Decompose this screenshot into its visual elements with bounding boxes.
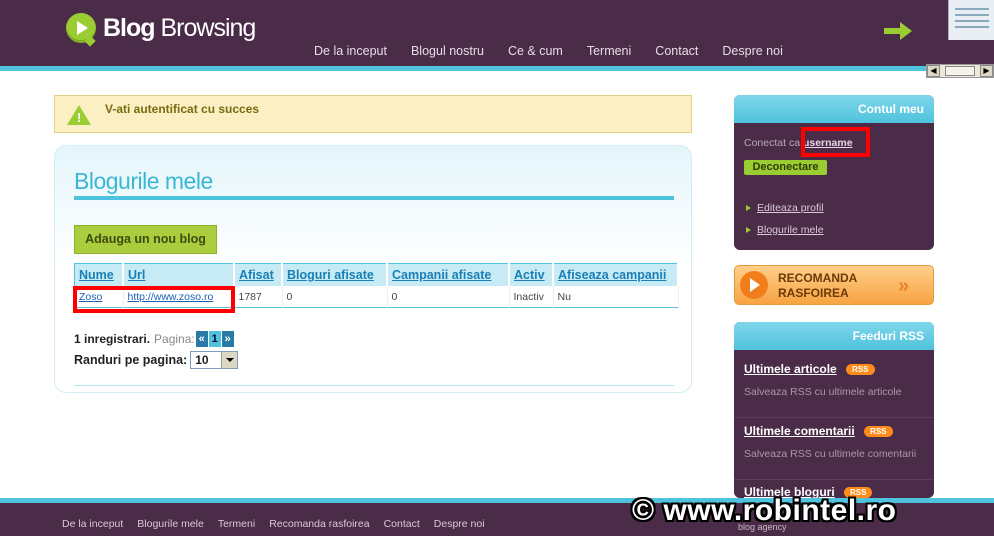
- account-box: Contul meu Conectat ca username Deconect…: [734, 95, 934, 250]
- watermark: © www.robintel.ro: [632, 494, 897, 527]
- recommend-banner[interactable]: RECOMANDA RASFOIREA »: [734, 265, 934, 305]
- rows-per-page-value: 10: [195, 353, 209, 367]
- sort-url-link[interactable]: Url: [128, 268, 145, 282]
- sort-bloguri-link[interactable]: Bloguri afisate: [287, 268, 374, 282]
- highlight-box-username: [801, 127, 870, 157]
- footer-despre-noi[interactable]: Despre noi: [427, 518, 492, 530]
- footer-termeni[interactable]: Termeni: [211, 518, 262, 530]
- rows-per-page: Randuri pe pagina: 10: [74, 351, 239, 369]
- sidebar-item-edit-profile[interactable]: Editeaza profil: [746, 202, 824, 214]
- prev-page-icon[interactable]: «: [195, 331, 208, 347]
- rss-badge-icon[interactable]: RSS: [846, 364, 875, 376]
- recommend-text: RECOMANDA RASFOIREA: [778, 271, 857, 301]
- feed-articles-desc: Salveaza RSS cu ultimele articole: [744, 386, 902, 398]
- col-nume[interactable]: Nume: [74, 263, 124, 286]
- connected-prefix: Conectat ca: [744, 137, 801, 149]
- logo-text: Blog Browsing: [103, 13, 256, 43]
- warning-triangle-icon: !: [67, 105, 91, 125]
- play-bubble-icon: [66, 13, 96, 43]
- nav-de-la-inceput[interactable]: De la inceput: [302, 44, 399, 58]
- bullet-arrow-icon: [746, 227, 751, 234]
- sort-afiseaza-link[interactable]: Afiseaza campanii: [558, 268, 666, 282]
- logout-button[interactable]: Deconectare: [744, 160, 827, 175]
- cell-campanii-afisate: 0: [387, 286, 510, 308]
- cell-afiseaza-campanii: Nu: [553, 286, 679, 308]
- feed-divider: [734, 417, 934, 418]
- top-nav: De la inceput Blogul nostru Ce & cum Ter…: [302, 44, 795, 58]
- rows-per-page-label: Randuri pe pagina:: [74, 353, 188, 367]
- feed-comments-link[interactable]: Ultimele comentarii: [744, 424, 855, 438]
- title-divider: [74, 196, 674, 200]
- nav-termeni[interactable]: Termeni: [575, 44, 643, 58]
- feed-item-comments: Ultimele comentarii RSS Salveaza RSS cu …: [744, 424, 924, 460]
- logo-bold: Blog: [103, 13, 156, 42]
- bullet-arrow-icon: [746, 205, 751, 212]
- feeds-box-title: Feeduri RSS: [734, 322, 934, 350]
- page-title: Blogurile mele: [74, 168, 213, 194]
- col-afiseaza-campanii[interactable]: Afiseaza campanii: [553, 263, 679, 286]
- feed-comments-desc: Salveaza RSS cu ultimele comentarii: [744, 448, 917, 460]
- edit-profile-link[interactable]: Editeaza profil: [757, 202, 824, 214]
- cell-bloguri-afisate: 0: [282, 286, 388, 308]
- sort-activ-link[interactable]: Activ: [514, 268, 545, 282]
- page-number[interactable]: 1: [208, 331, 221, 347]
- nav-blogul-nostru[interactable]: Blogul nostru: [399, 44, 496, 58]
- feed-divider: [734, 479, 934, 480]
- panel-divider: [74, 385, 674, 386]
- chevron-down-icon[interactable]: [221, 352, 238, 368]
- highlight-box-row: [73, 286, 235, 313]
- col-campanii-afisate[interactable]: Campanii afisate: [387, 263, 510, 286]
- footer-nav: De la inceput Blogurile mele Termeni Rec…: [55, 518, 492, 530]
- col-activ[interactable]: Activ: [509, 263, 554, 286]
- scroll-right-icon[interactable]: ▶: [980, 65, 993, 77]
- col-bloguri-afisate[interactable]: Bloguri afisate: [282, 263, 388, 286]
- footer-blogurile-mele[interactable]: Blogurile mele: [130, 518, 211, 530]
- window-thumbnail: [948, 0, 994, 40]
- my-blogs-link[interactable]: Blogurile mele: [757, 224, 824, 236]
- alert-message: V-ati autentificat cu succes: [105, 102, 260, 116]
- horizontal-scrollbar[interactable]: ◀ ▶: [926, 64, 994, 78]
- feed-item-articles: Ultimele articole RSS Salveaza RSS cu ul…: [744, 362, 924, 398]
- cell-activ: Inactiv: [509, 286, 554, 308]
- success-alert: ! V-ati autentificat cu succes: [54, 95, 692, 133]
- next-page-icon[interactable]: »: [221, 331, 234, 347]
- site-header: Blog Browsing De la inceput Blogul nostr…: [0, 0, 994, 66]
- scroll-thumb[interactable]: [945, 66, 975, 76]
- rss-badge-icon[interactable]: RSS: [864, 426, 893, 438]
- record-count: 1 inregistrari.: [74, 332, 151, 346]
- account-box-title: Contul meu: [734, 95, 934, 123]
- site-logo[interactable]: Blog Browsing: [66, 13, 256, 43]
- footer-de-la-inceput[interactable]: De la inceput: [55, 518, 130, 530]
- feed-articles-link[interactable]: Ultimele articole: [744, 362, 837, 376]
- table-header-row: Nume Url Afisat Bloguri afisate Campanii…: [74, 263, 679, 286]
- col-url[interactable]: Url: [123, 263, 235, 286]
- sort-campanii-link[interactable]: Campanii afisate: [392, 268, 491, 282]
- col-afisat[interactable]: Afisat: [234, 263, 283, 286]
- rss-feeds-box: Feeduri RSS Ultimele articole RSS Salvea…: [734, 322, 934, 498]
- page-label: Pagina:: [154, 332, 195, 346]
- play-icon: [740, 271, 768, 299]
- nav-contact[interactable]: Contact: [643, 44, 710, 58]
- arrow-right-icon[interactable]: [884, 22, 912, 40]
- sidebar-item-my-blogs[interactable]: Blogurile mele: [746, 224, 824, 236]
- sort-afisat-link[interactable]: Afisat: [239, 268, 274, 282]
- recommend-line1: RECOMANDA: [778, 271, 858, 285]
- cell-afisat: 1787: [234, 286, 283, 308]
- header-band: [0, 66, 994, 71]
- pagination: 1 inregistrari. Pagina: « 1 »: [74, 331, 234, 347]
- footer-contact[interactable]: Contact: [377, 518, 427, 530]
- footer-recomanda[interactable]: Recomanda rasfoirea: [262, 518, 376, 530]
- sort-nume-link[interactable]: Nume: [79, 268, 114, 282]
- add-blog-button[interactable]: Adauga un nou blog: [74, 225, 217, 254]
- logo-rest: Browsing: [154, 13, 256, 42]
- scroll-left-icon[interactable]: ◀: [927, 65, 940, 77]
- nav-ce-cum[interactable]: Ce & cum: [496, 44, 575, 58]
- rows-per-page-select[interactable]: 10: [190, 351, 239, 369]
- recommend-line2: RASFOIREA: [778, 286, 849, 300]
- nav-despre-noi[interactable]: Despre noi: [710, 44, 794, 58]
- double-chevron-right-icon: »: [898, 275, 910, 297]
